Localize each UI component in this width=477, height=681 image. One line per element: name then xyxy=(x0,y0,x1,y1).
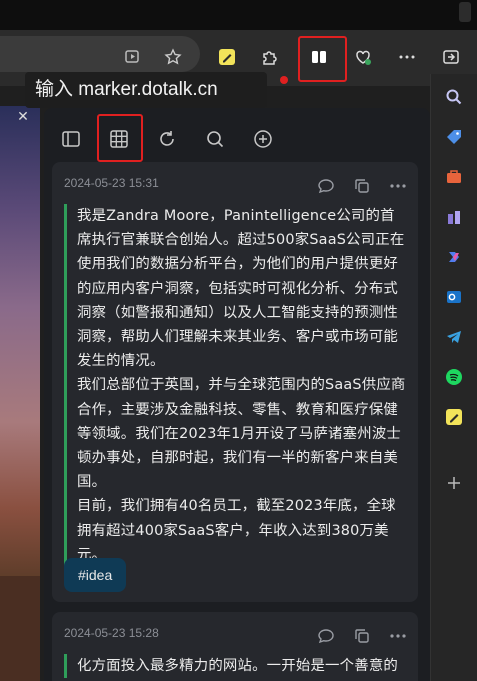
grid-view-highlight xyxy=(97,114,143,162)
note-content: 化方面投入最多精力的网站。一开始是一个善意的 xyxy=(64,654,406,679)
note-paragraph: 我是Zandra Moore，Panintelligence公司的首席执行官兼联… xyxy=(77,208,405,370)
comment-icon[interactable] xyxy=(316,176,336,196)
search-icon[interactable] xyxy=(439,82,469,112)
notification-dot xyxy=(280,76,288,84)
url-tooltip: 输入 marker.dotalk.cn xyxy=(25,72,267,108)
note-paragraph: 我们总部位于英国，并与全球范围内的SaaS供应商合作，主要涉及金融科技、零售、教… xyxy=(77,377,406,491)
comment-icon[interactable] xyxy=(316,626,336,646)
shopping-tag-icon[interactable] xyxy=(439,122,469,152)
copy-icon[interactable] xyxy=(352,176,372,196)
edge-sidebar xyxy=(430,74,477,681)
exit-sidebar-icon[interactable] xyxy=(436,42,466,72)
split-screen-highlight xyxy=(298,36,347,82)
copy-icon[interactable] xyxy=(352,626,372,646)
outlook-icon[interactable] xyxy=(439,282,469,312)
browser-essentials-icon[interactable] xyxy=(348,42,378,72)
note-paragraph: 化方面投入最多精力的网站。一开始是一个善意的 xyxy=(77,658,398,674)
tab-strip xyxy=(0,0,477,30)
note-card[interactable]: 2024-05-23 15:28 化方面投入最多精力的网站。一开始是一个善意的 xyxy=(52,612,418,681)
search-notes-icon[interactable] xyxy=(198,122,232,156)
note-date: 2024-05-23 15:28 xyxy=(64,626,159,640)
note-card[interactable]: 2024-05-23 15:31 我是Zandra Moore，Panintel… xyxy=(52,162,418,602)
refresh-icon[interactable] xyxy=(150,122,184,156)
games-icon[interactable] xyxy=(439,202,469,232)
note-paragraph: 目前，我们拥有40名员工，截至2023年底，全球拥有超过400家SaaS客户，年… xyxy=(77,498,396,563)
telegram-icon[interactable] xyxy=(439,322,469,352)
marker-sidebar-icon[interactable] xyxy=(439,402,469,432)
tag-idea[interactable]: #idea xyxy=(64,558,127,592)
copilot-icon[interactable] xyxy=(439,242,469,272)
add-sidebar-app-icon[interactable] xyxy=(439,468,469,498)
add-note-icon[interactable] xyxy=(246,122,280,156)
favorite-star-icon[interactable] xyxy=(158,42,188,72)
more-options-icon[interactable] xyxy=(388,626,408,646)
spotify-icon[interactable] xyxy=(439,362,469,392)
tab-overflow-button[interactable] xyxy=(459,2,471,22)
close-icon[interactable]: ✕ xyxy=(14,108,32,126)
page-background-image xyxy=(0,106,40,681)
sidebar-toggle-icon[interactable] xyxy=(54,122,88,156)
marker-extension-icon[interactable] xyxy=(212,42,242,72)
note-date: 2024-05-23 15:31 xyxy=(64,176,159,190)
more-menu-icon[interactable] xyxy=(392,42,422,72)
marker-panel: 2024-05-23 15:31 我是Zandra Moore，Panintel… xyxy=(44,108,430,681)
read-aloud-icon[interactable] xyxy=(118,42,148,72)
more-options-icon[interactable] xyxy=(388,176,408,196)
note-content: 我是Zandra Moore，Panintelligence公司的首席执行官兼联… xyxy=(64,204,406,568)
tools-briefcase-icon[interactable] xyxy=(439,162,469,192)
extensions-puzzle-icon[interactable] xyxy=(255,42,285,72)
